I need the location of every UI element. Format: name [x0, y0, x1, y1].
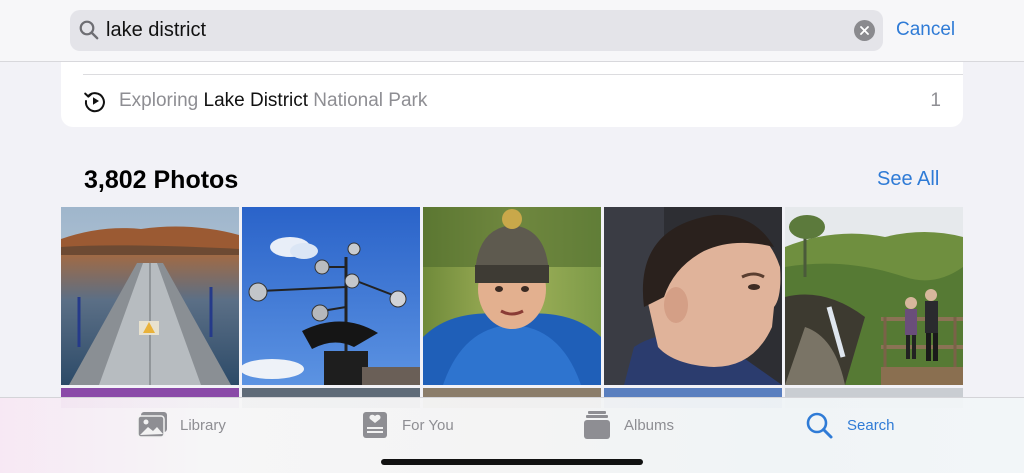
tab-label: Search — [847, 416, 895, 434]
suggestion-prefix: Exploring — [119, 90, 204, 111]
tab-search[interactable]: Search — [803, 408, 895, 442]
clear-search-button[interactable] — [854, 20, 875, 41]
search-field[interactable] — [70, 10, 883, 51]
photo-thumbnail[interactable] — [423, 207, 601, 385]
albums-icon — [584, 411, 610, 439]
see-all-button[interactable]: See All — [877, 168, 939, 191]
search-input[interactable] — [106, 14, 846, 47]
tab-for-you[interactable]: For You — [358, 408, 454, 442]
suggestion-suffix: National Park — [308, 90, 428, 111]
tab-label: For You — [402, 416, 454, 434]
tab-albums[interactable]: Albums — [580, 408, 674, 442]
memories-icon — [84, 92, 105, 113]
photo-grid — [61, 207, 963, 408]
photo-thumbnail-image — [61, 207, 239, 385]
suggestion-text: Exploring Lake District National Park — [119, 90, 427, 112]
photo-thumbnail[interactable] — [785, 207, 963, 385]
magnifier-icon — [79, 20, 99, 40]
search-icon — [806, 412, 833, 439]
photo-thumbnail[interactable] — [61, 207, 239, 385]
home-indicator — [381, 459, 643, 465]
cancel-button[interactable]: Cancel — [896, 19, 955, 41]
photo-thumbnail-image — [785, 207, 963, 385]
for-you-icon — [363, 412, 387, 438]
photo-thumbnail[interactable] — [604, 207, 782, 385]
tab-label: Albums — [624, 416, 675, 434]
close-icon — [860, 26, 869, 35]
library-icon — [137, 412, 167, 438]
photo-thumbnail[interactable] — [242, 207, 420, 385]
photos-section-title: 3,802 Photos — [84, 166, 239, 194]
suggestion-row-memory[interactable]: Exploring Lake District National Park 1 — [61, 76, 963, 126]
search-suggestions-card: Exploring Lake District National Park 1 — [61, 62, 963, 127]
search-header: Cancel — [0, 0, 1024, 62]
divider — [83, 74, 963, 75]
photo-thumbnail-image — [604, 207, 782, 385]
tab-label: Library — [180, 416, 226, 434]
suggestion-count: 1 — [930, 90, 941, 111]
photo-thumbnail-image — [423, 207, 601, 385]
photo-thumbnail-image — [242, 207, 420, 385]
tab-library[interactable]: Library — [136, 408, 226, 442]
suggestion-highlight: Lake District — [203, 90, 309, 111]
